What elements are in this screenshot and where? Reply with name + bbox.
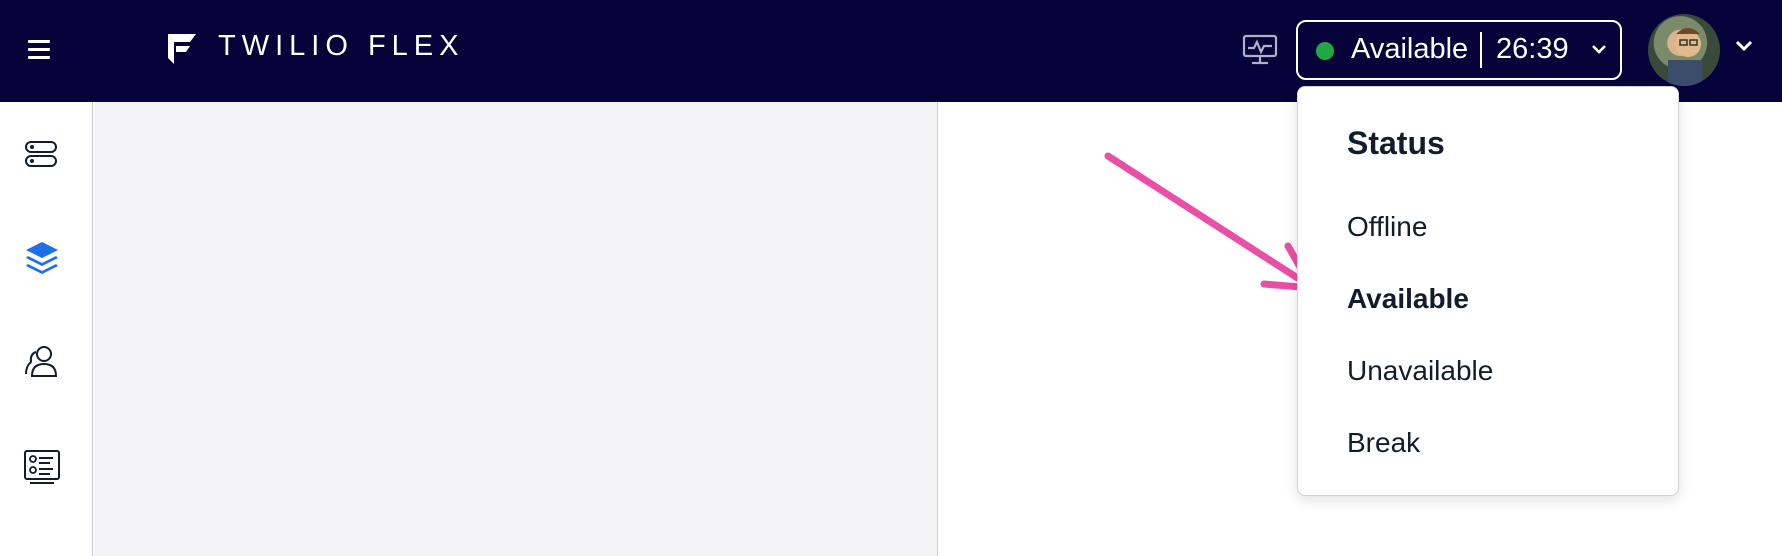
teams-icon[interactable] — [22, 342, 62, 382]
agent-desktop-icon[interactable] — [22, 134, 62, 174]
twilio-flex-logo-icon — [168, 34, 196, 64]
brand-title: TWILIO FLEX — [218, 30, 465, 62]
status-indicator-dot — [1316, 42, 1334, 60]
queues-stats-icon[interactable] — [22, 446, 62, 486]
status-option-offline[interactable]: Offline — [1347, 211, 1427, 243]
status-menu-title: Status — [1347, 125, 1445, 161]
hamburger-menu-icon[interactable] — [28, 38, 54, 62]
user-avatar[interactable] — [1648, 14, 1720, 86]
status-dropdown-button[interactable]: Available 26:39 — [1296, 20, 1622, 80]
status-menu: Status Offline Available Unavailable Bre… — [1297, 86, 1679, 496]
chevron-down-icon — [1592, 45, 1606, 54]
status-separator — [1480, 32, 1482, 68]
activity-monitor-icon[interactable] — [1242, 34, 1278, 66]
chevron-down-icon[interactable] — [1734, 38, 1754, 52]
status-label: Available — [1351, 33, 1469, 65]
status-timer: 26:39 — [1496, 33, 1569, 65]
status-option-break[interactable]: Break — [1347, 427, 1420, 459]
status-option-unavailable[interactable]: Unavailable — [1347, 355, 1493, 387]
layers-icon[interactable] — [22, 238, 62, 278]
left-panel — [94, 102, 938, 556]
status-option-available[interactable]: Available — [1347, 283, 1469, 315]
side-nav — [0, 102, 93, 556]
